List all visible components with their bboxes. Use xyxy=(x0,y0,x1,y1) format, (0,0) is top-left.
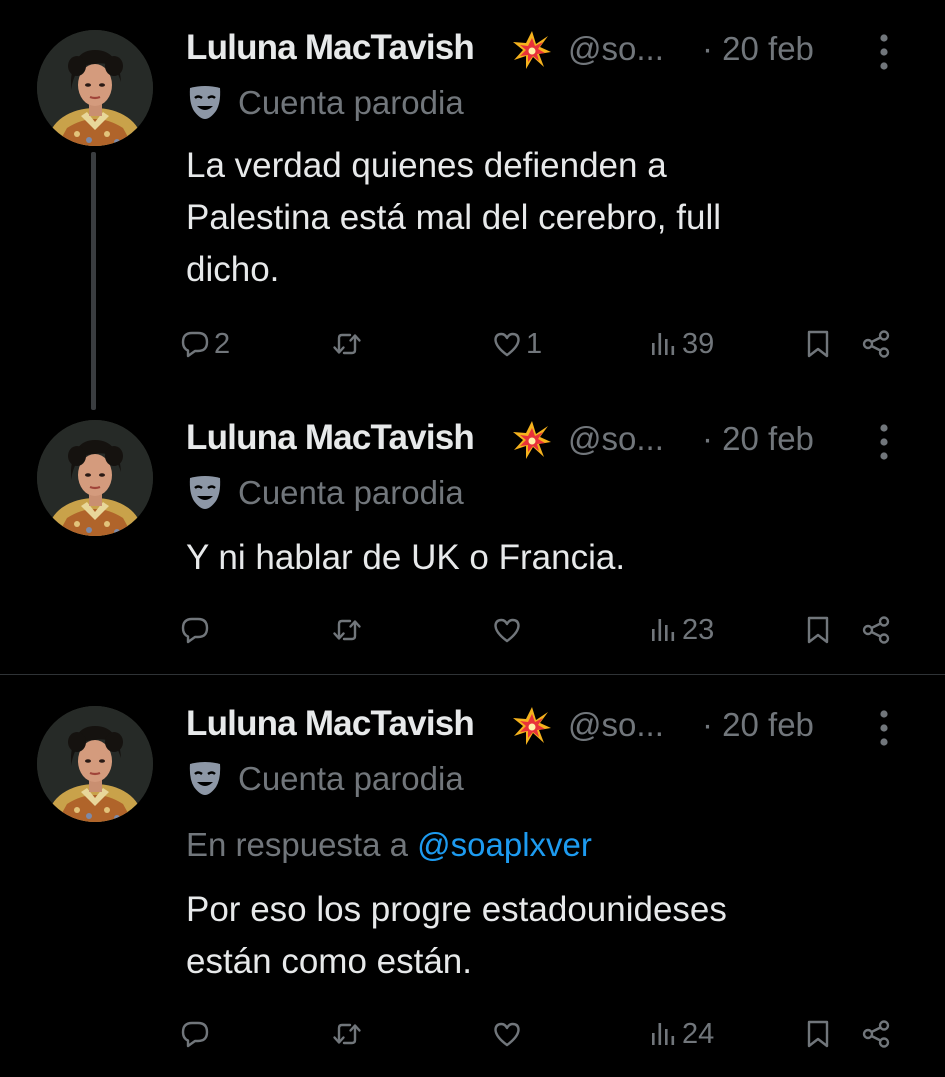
bookmark-button[interactable] xyxy=(803,322,833,366)
parody-label-text: Cuenta parodia xyxy=(238,84,464,121)
share-button[interactable] xyxy=(861,608,891,652)
views-count: 23 xyxy=(682,613,715,646)
retweet-button[interactable] xyxy=(332,608,366,652)
tweet-header: Luluna MacTavish @so... · 20 feb xyxy=(186,418,906,470)
tweet-actions: 24 xyxy=(180,1012,900,1056)
views-count: 39 xyxy=(682,327,715,360)
views-button[interactable]: 24 xyxy=(648,1012,714,1056)
more-vertical-icon[interactable] xyxy=(878,32,890,72)
parody-label: Cuenta parodia xyxy=(186,760,464,804)
reply-context: En respuesta a @soaplxver xyxy=(186,826,592,864)
thread-line xyxy=(91,152,96,410)
author-handle[interactable]: @so... xyxy=(568,420,664,458)
theater-mask-icon xyxy=(186,759,224,797)
tweet[interactable]: Luluna MacTavish @so... · 20 feb Cuenta … xyxy=(0,0,945,420)
reply-count: 2 xyxy=(214,327,231,360)
more-vertical-icon[interactable] xyxy=(878,708,890,748)
heart-icon xyxy=(492,329,522,359)
bookmark-button[interactable] xyxy=(803,608,833,652)
views-count: 24 xyxy=(682,1017,715,1050)
tweet-header: Luluna MacTavish @so... · 20 feb xyxy=(186,704,906,756)
share-button[interactable] xyxy=(861,1012,891,1056)
author-name[interactable]: Luluna MacTavish xyxy=(186,28,475,68)
tweet-text: Por eso los progre estadounideses están … xyxy=(186,890,727,981)
theater-mask-icon xyxy=(186,83,224,121)
views-button[interactable]: 23 xyxy=(648,608,714,652)
author-handle[interactable]: @so... xyxy=(568,30,664,68)
share-button[interactable] xyxy=(861,322,891,366)
tweet-date[interactable]: · 20 feb xyxy=(702,30,814,68)
author-name[interactable]: Luluna MacTavish xyxy=(186,704,475,744)
retweet-icon xyxy=(332,329,362,359)
views-button[interactable]: 39 xyxy=(648,322,714,366)
theater-mask-icon xyxy=(186,473,224,511)
reply-button[interactable] xyxy=(180,1012,214,1056)
like-button[interactable] xyxy=(492,1012,526,1056)
collision-sparkle-icon xyxy=(512,420,552,460)
tweet-header: Luluna MacTavish @so... · 20 feb xyxy=(186,28,906,80)
author-name[interactable]: Luluna MacTavish xyxy=(186,418,475,458)
retweet-button[interactable] xyxy=(332,1012,366,1056)
reply-button[interactable] xyxy=(180,608,214,652)
parody-label-text: Cuenta parodia xyxy=(238,760,464,797)
bookmark-button[interactable] xyxy=(803,1012,833,1056)
tweet[interactable]: Luluna MacTavish @so... · 20 feb Cuenta … xyxy=(0,676,945,1077)
reply-prefix: En respuesta a xyxy=(186,826,418,863)
avatar[interactable] xyxy=(37,420,153,536)
reply-button[interactable]: 2 xyxy=(180,322,230,366)
views-bar-chart-icon xyxy=(648,329,678,359)
like-button[interactable]: 1 xyxy=(492,322,542,366)
retweet-button[interactable] xyxy=(332,322,366,366)
parody-label: Cuenta parodia xyxy=(186,474,464,518)
tweet-actions: 23 xyxy=(180,608,900,652)
tweet-text: La verdad quienes defienden a Palestina … xyxy=(186,146,721,289)
share-icon xyxy=(861,1019,891,1049)
heart-icon xyxy=(492,615,522,645)
parody-label-text: Cuenta parodia xyxy=(238,474,464,511)
bookmark-icon xyxy=(803,329,833,359)
collision-sparkle-icon xyxy=(512,30,552,70)
tweet-text: Y ni hablar de UK o Francia. xyxy=(186,538,626,577)
tweet-date[interactable]: · 20 feb xyxy=(702,706,814,744)
share-icon xyxy=(861,615,891,645)
tweet-actions: 2 1 39 xyxy=(180,322,900,366)
reply-bubble-icon xyxy=(180,329,210,359)
reply-bubble-icon xyxy=(180,615,210,645)
reply-mention-link[interactable]: @soaplxver xyxy=(417,826,592,863)
reply-bubble-icon xyxy=(180,1019,210,1049)
like-button[interactable] xyxy=(492,608,526,652)
collision-sparkle-icon xyxy=(512,706,552,746)
bookmark-icon xyxy=(803,615,833,645)
like-count: 1 xyxy=(526,327,543,360)
avatar[interactable] xyxy=(37,706,153,822)
bookmark-icon xyxy=(803,1019,833,1049)
views-bar-chart-icon xyxy=(648,1019,678,1049)
tweet[interactable]: Luluna MacTavish @so... · 20 feb Cuenta … xyxy=(0,390,945,674)
avatar[interactable] xyxy=(37,30,153,146)
tweet-date[interactable]: · 20 feb xyxy=(702,420,814,458)
retweet-icon xyxy=(332,1019,362,1049)
share-icon xyxy=(861,329,891,359)
more-vertical-icon[interactable] xyxy=(878,422,890,462)
parody-label: Cuenta parodia xyxy=(186,84,464,128)
views-bar-chart-icon xyxy=(648,615,678,645)
heart-icon xyxy=(492,1019,522,1049)
author-handle[interactable]: @so... xyxy=(568,706,664,744)
divider xyxy=(0,674,945,675)
retweet-icon xyxy=(332,615,362,645)
